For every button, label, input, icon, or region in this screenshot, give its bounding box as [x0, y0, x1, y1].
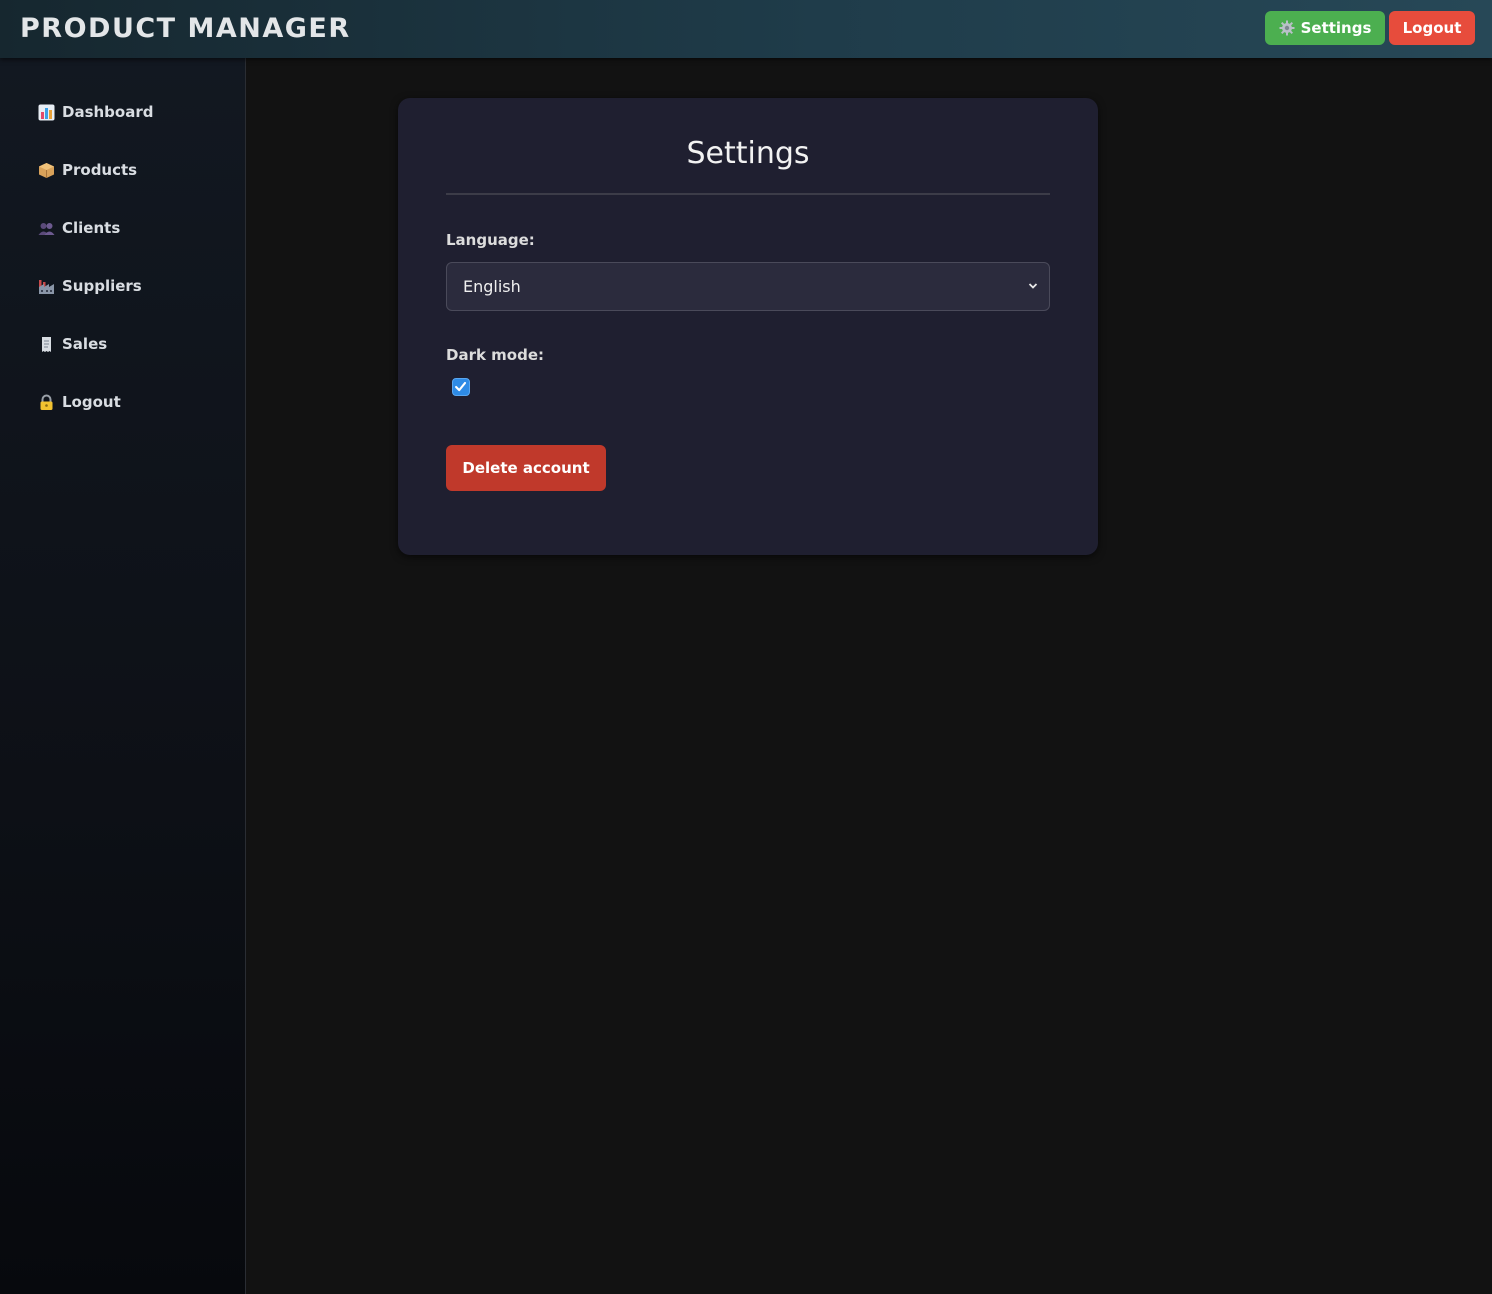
language-label: Language: — [446, 231, 535, 249]
bar-chart-icon — [38, 104, 55, 120]
dark-mode-checkbox[interactable] — [452, 378, 470, 396]
settings-button-label: Settings — [1300, 19, 1372, 37]
settings-button[interactable]: Settings — [1265, 11, 1385, 45]
factory-icon — [39, 279, 54, 294]
sidebar-item-clients[interactable]: Clients — [38, 214, 120, 242]
sidebar-item-label: Clients — [62, 219, 121, 237]
sidebar-item-sales[interactable]: Sales — [38, 330, 107, 358]
sidebar-item-label: Products — [62, 161, 138, 179]
sidebar: Dashboard Products Clients Suppliers Sal… — [0, 58, 246, 1294]
top-bar: PRODUCT MANAGER Settings Logout — [0, 0, 1492, 58]
sidebar-item-suppliers[interactable]: Suppliers — [38, 272, 142, 300]
title-divider — [446, 193, 1050, 195]
package-icon — [39, 162, 54, 178]
gear-icon — [1279, 20, 1295, 36]
checkmark-icon — [455, 381, 467, 392]
logout-button[interactable]: Logout — [1389, 11, 1475, 45]
language-select-value: English — [463, 277, 521, 296]
app-title: PRODUCT MANAGER — [20, 13, 351, 44]
sidebar-item-products[interactable]: Products — [38, 156, 137, 184]
logout-button-label: Logout — [1402, 19, 1462, 37]
sidebar-item-dashboard[interactable]: Dashboard — [38, 98, 153, 126]
page-title: Settings — [686, 136, 810, 171]
lock-icon — [40, 394, 53, 410]
receipt-icon — [42, 336, 51, 352]
language-select[interactable]: English — [446, 262, 1050, 311]
chevron-down-icon — [1028, 283, 1038, 289]
sidebar-item-label: Suppliers — [62, 277, 142, 295]
sidebar-item-logout[interactable]: Logout — [38, 388, 121, 416]
delete-account-button[interactable]: Delete account — [446, 445, 606, 491]
sidebar-item-label: Sales — [62, 335, 108, 353]
dark-mode-label: Dark mode: — [446, 346, 545, 364]
sidebar-item-label: Logout — [62, 393, 121, 411]
users-icon — [38, 222, 55, 235]
settings-card: Settings Language: English Dark mode: De… — [398, 98, 1098, 555]
sidebar-item-label: Dashboard — [62, 103, 154, 121]
